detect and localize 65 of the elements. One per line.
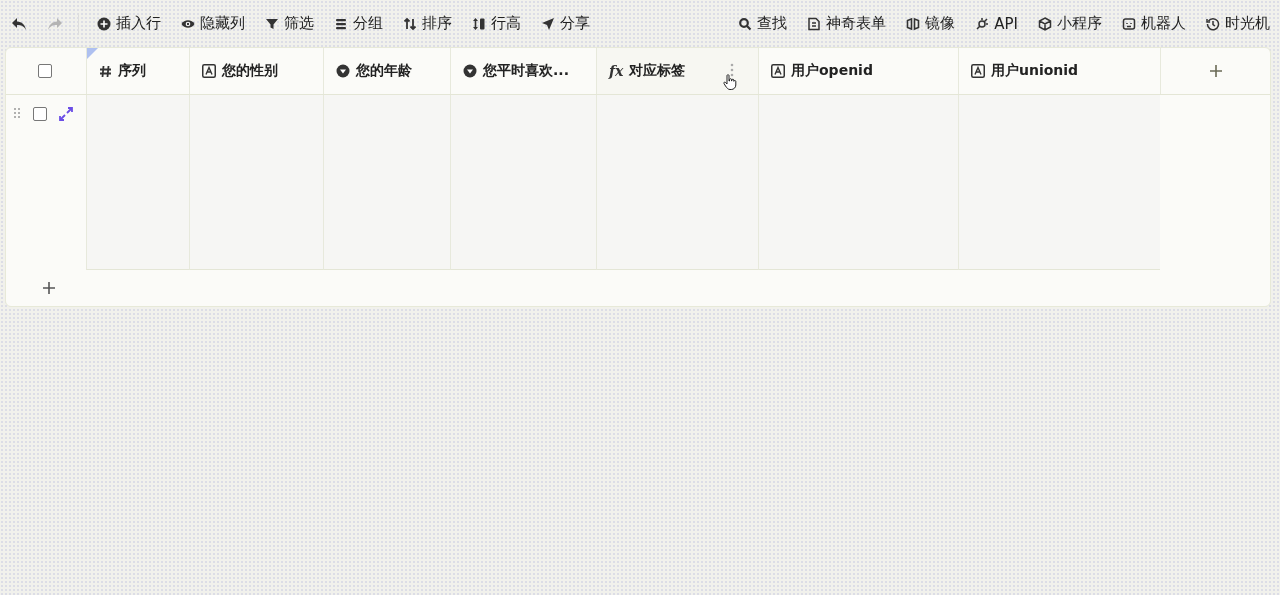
text-field-icon — [971, 64, 985, 78]
dropdown-icon — [336, 64, 350, 78]
toolbar-button[interactable]: 分享 — [537, 10, 594, 37]
share-icon — [541, 16, 555, 31]
undo-icon — [11, 16, 27, 31]
table-cell[interactable] — [323, 95, 450, 270]
column-header[interactable]: 您的年龄 — [323, 48, 450, 94]
toolbar-button[interactable]: 机器人 — [1118, 10, 1190, 37]
plug-icon — [975, 16, 990, 31]
filter-icon — [265, 16, 279, 31]
search-icon — [738, 16, 753, 31]
add-column-icon[interactable] — [1209, 65, 1222, 77]
row-checkbox[interactable] — [33, 107, 47, 121]
hand-cursor-icon — [723, 74, 737, 90]
history-icon — [1206, 16, 1220, 31]
column-title: 您的性别 — [222, 62, 278, 80]
column-title: 用户unionid — [991, 62, 1079, 80]
column-title: 序列 — [118, 62, 146, 80]
toolbar-button[interactable]: 查找 — [734, 10, 792, 37]
table-cell[interactable] — [958, 95, 1160, 270]
column-title: 对应标签 — [629, 62, 686, 80]
column-title: 您的年龄 — [356, 62, 412, 80]
mirror-icon — [906, 16, 921, 31]
table-cell[interactable] — [86, 95, 189, 270]
expand-icon[interactable] — [59, 107, 73, 121]
add-circle-icon — [97, 16, 111, 31]
add-row-icon[interactable] — [43, 282, 55, 294]
column-header[interactable]: 用户unionid — [958, 48, 1160, 94]
toolbar-button[interactable]: API — [971, 10, 1022, 37]
text-field-icon — [202, 64, 216, 78]
toolbar-button[interactable]: 小程序 — [1034, 10, 1106, 37]
toolbar-button[interactable]: 筛选 — [261, 10, 318, 37]
sort-icon — [403, 16, 417, 31]
hash-icon — [99, 64, 112, 78]
column-header[interactable]: 序列 — [86, 48, 189, 94]
redo-icon — [47, 16, 63, 31]
corner-marker-icon — [86, 48, 98, 60]
more-icon[interactable] — [730, 63, 734, 77]
table-cell[interactable] — [596, 95, 758, 270]
dropdown-icon — [463, 64, 477, 78]
column-header[interactable]: fx 对应标签 — [596, 48, 758, 94]
toolbar-button[interactable]: 隐藏列 — [177, 10, 249, 37]
cube-icon — [1038, 16, 1052, 31]
toolbar-button[interactable]: 时光机 — [1202, 10, 1274, 37]
form-icon — [807, 16, 822, 31]
toolbar-button[interactable]: 行高 — [468, 10, 525, 37]
table-cell[interactable] — [450, 95, 596, 270]
table-cell[interactable] — [758, 95, 958, 270]
column-header[interactable]: 用户openid — [758, 48, 958, 94]
column-title: 您平时喜欢... — [483, 62, 569, 80]
drag-handle-icon[interactable] — [13, 107, 21, 119]
column-header[interactable]: 您的性别 — [189, 48, 323, 94]
toolbar-button[interactable]: 排序 — [399, 10, 456, 37]
robot-icon — [1122, 16, 1136, 31]
toolbar-button[interactable]: 镜像 — [902, 10, 960, 37]
toolbar-button[interactable]: 分组 — [330, 10, 387, 37]
formula-icon: fx — [609, 63, 624, 79]
row-height-icon — [472, 16, 486, 31]
select-all-checkbox[interactable] — [38, 64, 52, 78]
column-title: 用户openid — [791, 62, 873, 80]
list-icon — [334, 16, 348, 31]
toolbar-button[interactable]: 神奇表单 — [803, 10, 891, 37]
text-field-icon — [771, 64, 785, 78]
table-cell[interactable] — [189, 95, 323, 270]
toolbar-button[interactable]: 插入行 — [93, 10, 165, 37]
